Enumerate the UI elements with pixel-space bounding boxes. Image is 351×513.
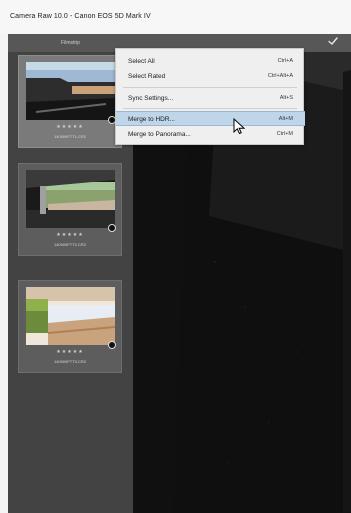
menu-separator [123,108,297,109]
menu-item-merge-to-hdr[interactable]: Merge to HDR... Alt+M [116,111,305,126]
menu-item-shortcut: Alt+S [279,95,293,101]
filmstrip-context-menu: Select All Ctrl+A Select Rated Ctrl+Alt+… [115,48,305,145]
menu-item-sync-settings[interactable]: Sync Settings... Alt+S [116,91,305,106]
thumbnail-1-filename: 140909FTT1.CR2 [53,134,86,139]
thumbnail-2[interactable]: ★★★★★ 140909FTT2.CR2 [18,163,122,256]
menu-item-shortcut: Alt+M [278,116,293,122]
thumbnail-2-filename: 140909FTT2.CR2 [53,242,86,247]
thumbnail-2-rating: ★★★★★ [56,232,84,238]
thumbnail-1-image [26,62,115,120]
edit-badge-icon [108,224,116,232]
thumbnail-3-rating: ★★★★★ [56,349,84,355]
edit-badge-icon [108,341,116,349]
check-icon[interactable] [327,35,339,47]
menu-item-merge-to-panorama[interactable]: Merge to Panorama... Ctrl+M [116,127,305,142]
thumbnail-3-filename: 140909FTT3.CR2 [53,359,86,364]
menu-item-select-all[interactable]: Select All Ctrl+A [116,54,305,69]
menu-item-shortcut: Ctrl+A [277,58,293,64]
menu-item-label: Select Rated [128,73,166,80]
thumbnail-1-rating: ★★★★★ [56,124,84,130]
window-title: Camera Raw 10.0 - Canon EOS 5D Mark IV [0,0,351,34]
menu-item-label: Merge to Panorama... [128,131,191,138]
thumbnail-3-image [26,287,115,345]
menu-item-select-rated[interactable]: Select Rated Ctrl+Alt+A [116,69,305,84]
thumbnail-1[interactable]: ★★★★★ 140909FTT1.CR2 [18,55,122,148]
thumbnail-3[interactable]: ★★★★★ 140909FTT3.CR2 [18,280,122,373]
mouse-pointer-icon [233,117,246,135]
menu-item-label: Select All [128,58,155,65]
menu-item-label: Merge to HDR... [128,116,175,123]
thumbnail-2-image [26,170,115,228]
menu-item-label: Sync Settings... [128,95,174,102]
menu-item-shortcut: Ctrl+M [276,131,293,137]
menu-item-shortcut: Ctrl+Alt+A [267,73,293,79]
menu-separator [123,87,297,88]
